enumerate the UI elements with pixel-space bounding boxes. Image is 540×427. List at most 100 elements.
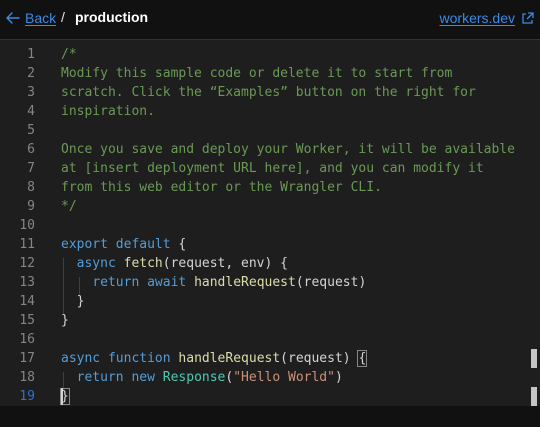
- code-token: (request): [295, 275, 367, 290]
- code-token: handleRequest: [194, 275, 296, 290]
- code-token: Modify this sample code or delete it to …: [61, 66, 453, 81]
- code-token: from this web editor or the Wrangler CLI…: [61, 180, 382, 195]
- code-token: "Hello World": [233, 370, 335, 385]
- code-token: return: [92, 275, 140, 290]
- back-link[interactable]: Back: [6, 7, 56, 29]
- text-cursor: [61, 388, 63, 405]
- code-text[interactable]: inspiration.: [61, 102, 155, 121]
- code-token: fetch: [123, 256, 163, 271]
- code-text[interactable]: }: [61, 292, 85, 311]
- code-text[interactable]: from this web editor or the Wrangler CLI…: [61, 178, 382, 197]
- code-line[interactable]: 7 at [insert deployment URL here], and yo…: [0, 159, 540, 178]
- breadcrumb-separator: /: [61, 9, 65, 25]
- code-token: async: [76, 256, 116, 271]
- code-line[interactable]: 6 Once you save and deploy your Worker, i…: [0, 140, 540, 159]
- line-number: 16: [19, 332, 35, 347]
- code-text[interactable]: Once you save and deploy your Worker, it…: [61, 140, 515, 159]
- line-number: 12: [19, 256, 35, 271]
- code-line[interactable]: 11 export default {: [0, 235, 540, 254]
- code-line[interactable]: 1 /*: [0, 45, 540, 64]
- code-line[interactable]: 2 Modify this sample code or delete it to…: [0, 64, 540, 83]
- line-number: 6: [27, 142, 35, 157]
- workers-dev-link[interactable]: workers.dev: [440, 7, 534, 29]
- line-number: 8: [27, 180, 35, 195]
- code-token: at [insert deployment URL here], and you…: [61, 161, 484, 176]
- code-token: {: [170, 237, 187, 252]
- code-text[interactable]: at [insert deployment URL here], and you…: [61, 159, 484, 178]
- line-number: 1: [27, 47, 35, 62]
- code-line[interactable]: 4 inspiration.: [0, 102, 540, 121]
- code-text[interactable]: /*: [61, 45, 77, 64]
- code-text[interactable]: async function handleRequest(request) {: [61, 349, 368, 368]
- line-number: 15: [19, 313, 35, 328]
- line-number: 11: [19, 237, 35, 252]
- line-number: 2: [27, 66, 35, 81]
- code-text[interactable]: return new Response("Hello World"): [61, 368, 343, 387]
- code-text[interactable]: }: [61, 311, 69, 330]
- line-number: 19: [19, 389, 35, 404]
- line-number: 10: [19, 218, 35, 233]
- code-token: inspiration.: [61, 104, 155, 119]
- code-line[interactable]: 19}: [0, 387, 540, 406]
- line-number: 3: [27, 85, 35, 100]
- code-token: handleRequest: [178, 351, 281, 366]
- code-text[interactable]: scratch. Click the “Examples” button on …: [61, 83, 476, 102]
- code-line[interactable]: 5: [0, 121, 540, 140]
- code-token: (request): [280, 351, 359, 366]
- code-token: return: [76, 370, 124, 385]
- back-link-label[interactable]: Back: [25, 10, 56, 26]
- code-token: scratch. Click the “Examples” button on …: [61, 85, 476, 100]
- code-text[interactable]: Modify this sample code or delete it to …: [61, 64, 452, 83]
- code-text[interactable]: */: [61, 197, 77, 216]
- line-number: 5: [27, 123, 35, 138]
- code-line[interactable]: 10: [0, 216, 540, 235]
- code-line[interactable]: 18 return new Response("Hello World"): [0, 368, 540, 387]
- line-number: 18: [19, 370, 35, 385]
- code-line[interactable]: 12 async fetch(request, env) {: [0, 254, 540, 273]
- arrow-left-icon: [6, 12, 20, 24]
- code-token: (request, env) {: [162, 256, 288, 271]
- code-token: Response: [162, 370, 226, 385]
- code-line[interactable]: 14 }: [0, 292, 540, 311]
- code-line[interactable]: 15}: [0, 311, 540, 330]
- editor-footer: [0, 406, 540, 427]
- code-text[interactable]: export default {: [61, 235, 186, 254]
- line-number: 9: [27, 199, 35, 214]
- code-line[interactable]: 16: [0, 330, 540, 349]
- code-line[interactable]: 9 */: [0, 197, 540, 216]
- code-token: /*: [61, 47, 77, 62]
- code-token: ): [334, 370, 343, 385]
- editor-header: Back / production workers.dev: [0, 0, 540, 40]
- line-number: 14: [19, 294, 35, 309]
- code-line[interactable]: 8 from this web editor or the Wrangler CL…: [0, 178, 540, 197]
- line-number: 17: [19, 351, 35, 366]
- code-text[interactable]: async fetch(request, env) {: [61, 254, 288, 273]
- code-text[interactable]: return await handleRequest(request): [61, 273, 366, 292]
- code-token: }: [61, 313, 69, 328]
- code-token: }: [61, 294, 85, 309]
- code-token: export: [61, 237, 108, 252]
- code-line[interactable]: 3 scratch. Click the “Examples” button on…: [0, 83, 540, 102]
- code-token: await: [147, 275, 187, 290]
- code-editor[interactable]: 1 /* 2 Modify this sample code or delete it…: [0, 40, 540, 406]
- code-token: Once you save and deploy your Worker, it…: [61, 142, 515, 157]
- project-name: production: [75, 9, 149, 25]
- code-token: async: [61, 351, 101, 366]
- code-token: function: [107, 351, 171, 366]
- external-link-icon: [522, 11, 534, 24]
- code-line[interactable]: 17 async function handleRequest(request) …: [0, 349, 540, 368]
- code-line[interactable]: 13 return await handleRequest(request): [0, 273, 540, 292]
- line-number: 7: [27, 161, 35, 176]
- workers-dev-link-label[interactable]: workers.dev: [440, 10, 515, 26]
- line-number: 13: [19, 275, 35, 290]
- code-token: {: [357, 350, 368, 367]
